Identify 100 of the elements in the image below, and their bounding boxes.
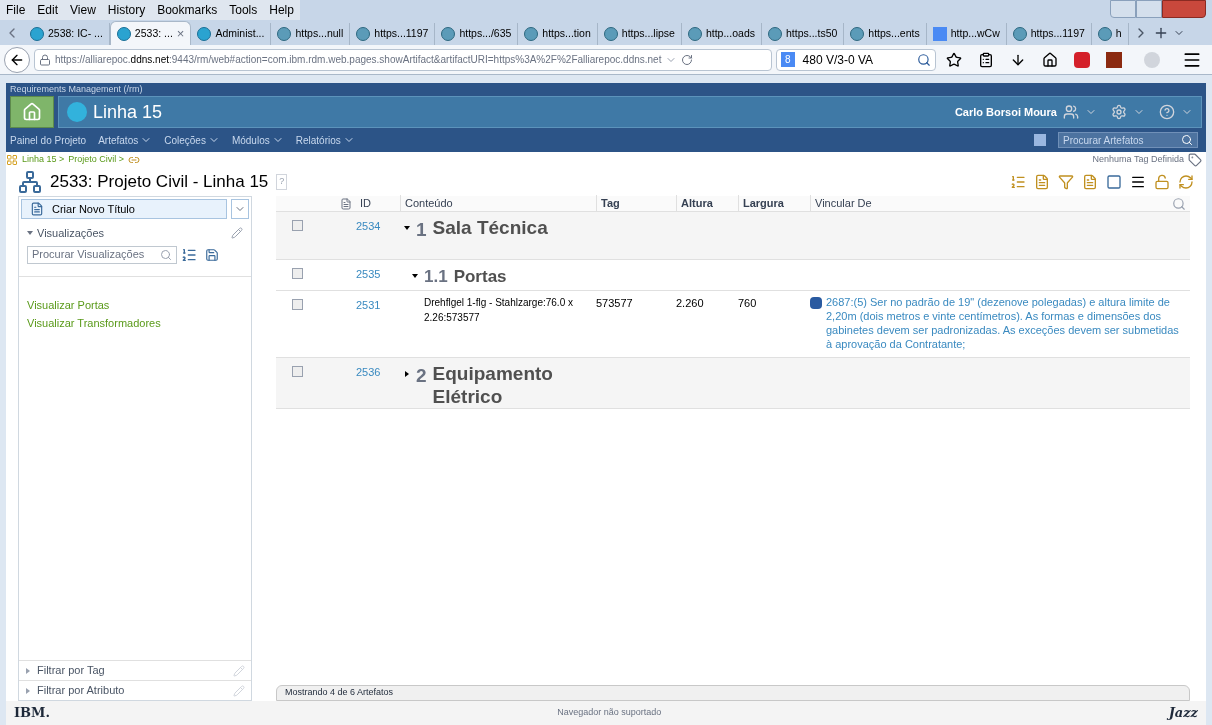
heading-title: Portas [453,266,507,288]
unlock-icon[interactable] [1154,174,1170,190]
heading-number: 1.1 [424,266,448,288]
extension-icon[interactable] [1106,51,1122,68]
bookmark-star-icon[interactable] [946,51,962,68]
expand-triangle-icon[interactable] [404,370,410,377]
edit-icon[interactable] [231,227,243,240]
row-checkbox[interactable] [292,220,303,231]
row-checkbox[interactable] [292,298,303,310]
view-icon[interactable] [1106,174,1122,190]
linked-requirement-link[interactable]: 2687:(5) Ser no padrão de 19" (dezenove polegadas) e altura limite de 2,20m (dois metros e vinte centímetros). As formas e dimensões dos gabinetes devem ser padronizadas. As exceções devem ser submetidas à aprovação da Contratante; [826,294,1182,351]
menu-icon[interactable] [1130,174,1146,190]
breadcrumb-link[interactable]: Linha 15 > [22,153,65,167]
nav-menu[interactable]: Artefatos [98,132,139,148]
column-header[interactable]: Altura [676,195,738,212]
views-header[interactable]: Visualizações [37,225,105,242]
list-icon[interactable] [1010,174,1026,190]
document-icon[interactable] [1034,174,1050,190]
menu-item[interactable]: File [6,1,26,19]
module-icon [18,170,42,194]
table-cell: 573577 [596,296,633,309]
save-icon[interactable] [205,247,219,262]
heading-number: 1 [416,218,427,242]
search-icon[interactable] [1181,134,1193,146]
filter-header[interactable]: Filtrar por Atributo [37,682,125,699]
column-header[interactable]: ID [356,195,400,212]
back-button[interactable] [4,46,30,73]
row-checkbox[interactable] [292,268,303,279]
reload-icon[interactable] [681,53,694,66]
page-title: 2533: Projeto Civil - Linha 15 [50,171,269,194]
create-heading-button[interactable]: Criar Novo Título [21,199,227,219]
view-link[interactable]: Visualizar Portas [27,296,243,313]
artifact-id-link[interactable]: 2535 [356,268,381,280]
minimize-icon[interactable] [1110,0,1136,18]
artifact-id-link[interactable]: 2531 [356,298,381,311]
globe-icon [850,27,865,41]
globe-icon [524,27,539,41]
table-cell: 760 [738,296,757,309]
edit-icon[interactable] [233,684,245,697]
nav-menu[interactable]: Painel do Projeto [10,132,87,148]
search-icon[interactable] [917,52,931,67]
edit-icon[interactable] [233,664,245,677]
document-icon[interactable] [1082,174,1098,190]
menu-item[interactable]: Bookmarks [157,1,218,19]
menu-item[interactable]: View [70,1,96,19]
artifact-search-field[interactable]: Procurar Artefatos [1058,132,1198,148]
artifact-id-link[interactable]: 2534 [356,220,381,232]
heading-title: Sala Técnica [432,216,548,240]
column-header[interactable]: Conteúdo [400,195,596,212]
heading-title: Equipamento Elétrico [432,361,554,408]
home-button[interactable] [10,96,54,128]
collapse-triangle-icon[interactable] [412,273,418,279]
globe-icon [1097,27,1112,41]
globe-icon [277,27,292,41]
refresh-icon[interactable] [1178,174,1194,190]
browser-tab[interactable]: 2533: ... × [109,21,192,45]
column-header[interactable]: Tag [596,195,676,212]
column-menu-icon[interactable] [340,197,352,210]
globe-icon [1012,27,1027,41]
search-field[interactable]: 8 480 V/3-0 VA [776,48,936,71]
grid-icon[interactable] [6,154,18,166]
house-icon [22,102,42,122]
sort-icon[interactable] [181,246,197,263]
home-icon[interactable] [1042,51,1058,68]
menu-item[interactable]: Edit [37,1,59,19]
search-icon[interactable] [1172,196,1186,211]
menu-item[interactable]: Help [269,1,294,19]
filter-header[interactable]: Filtrar por Tag [37,662,105,679]
menu-item[interactable]: History [107,1,146,19]
jazz-logo: Jazz [1168,704,1198,723]
menu-item[interactable]: Tools [229,1,258,19]
close-tab-button[interactable]: × [176,23,185,44]
breadcrumb-link[interactable]: Projeto Civil > [68,153,125,167]
column-header[interactable]: Largura [738,195,810,212]
tags-label: Nenhuma Tag Definida [1092,153,1184,167]
bookmarks-list-icon[interactable] [978,51,994,68]
close-icon[interactable] [1162,0,1206,18]
dropdown-button[interactable] [231,199,249,219]
nav-menu[interactable]: Módulos [231,132,270,148]
nav-menu[interactable]: Coleções [164,132,206,148]
extension-icon[interactable] [1074,51,1090,68]
filter-icon[interactable] [1058,174,1074,190]
app-icon [197,27,212,41]
row-checkbox[interactable] [292,365,303,377]
maximize-icon[interactable] [1136,0,1162,18]
artifact-id-link[interactable]: 2536 [356,365,381,378]
link-icon[interactable] [128,154,141,166]
globe-icon [356,27,371,41]
column-header[interactable]: Vincular De [810,195,1172,212]
project-banner: Linha 15 Carlo Borsoi Moura [58,96,1202,128]
requirement-icon [810,296,822,309]
collapse-triangle-icon[interactable] [404,225,410,231]
globe-icon [603,27,618,41]
globe-icon [441,27,456,41]
view-link[interactable]: Visualizar Transformadores [27,315,243,332]
address-field[interactable]: https://alliarepoc.ddns.net:9443/rm/web#action=com.ibm.rdm.web.pages.showArtifact&artifactURI=https%3A%2F%2Falliarepoc.ddns.net [34,48,772,71]
views-search-field[interactable]: Procurar Visualizações [27,245,177,264]
status-text: Mostrando 4 de 6 Artefatos [285,686,394,700]
nav-menu[interactable]: Relatórios [295,132,341,148]
tag-icon[interactable] [1188,153,1202,167]
